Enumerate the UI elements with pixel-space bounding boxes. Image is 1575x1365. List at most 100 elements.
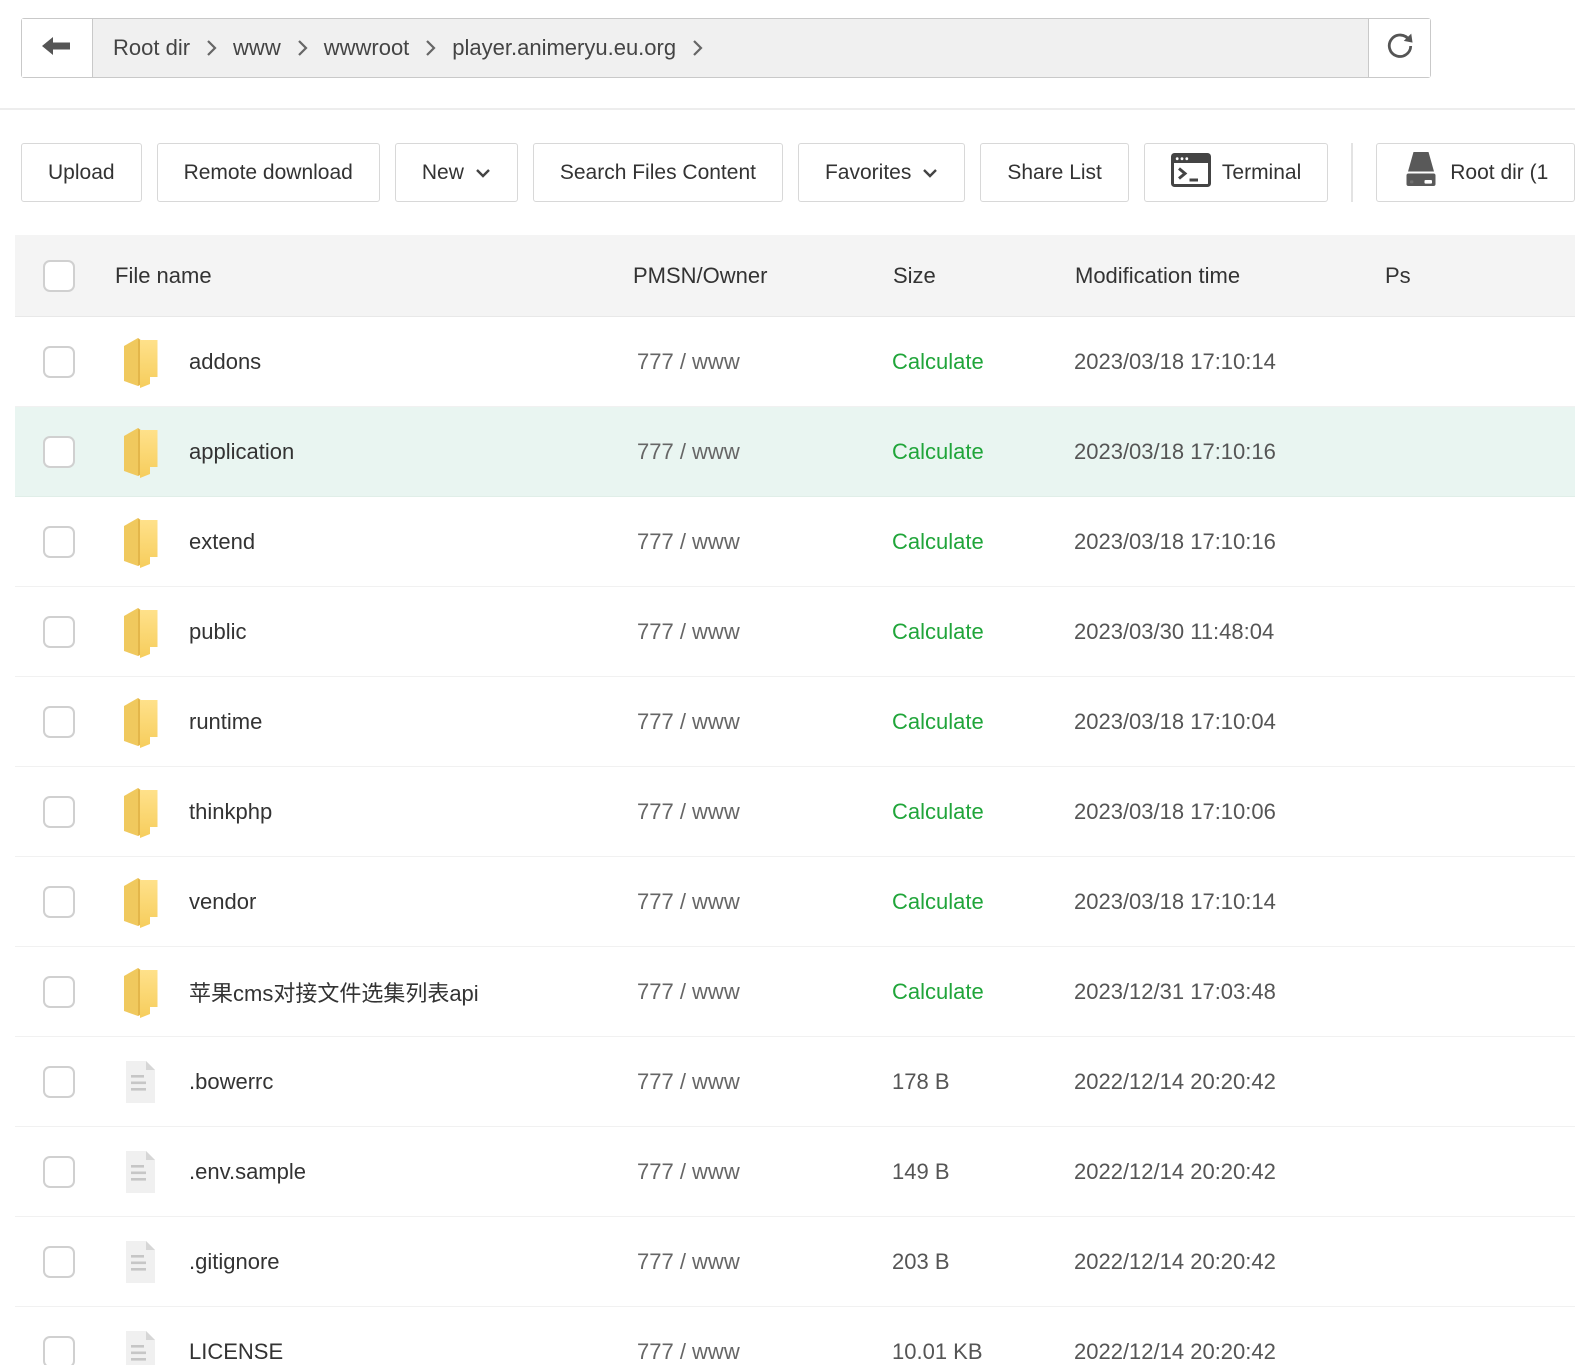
row-checkbox-cell xyxy=(15,1066,103,1098)
size-cell: Calculate xyxy=(877,889,1059,915)
file-name-link[interactable]: .env.sample xyxy=(189,1159,306,1185)
file-name-link[interactable]: runtime xyxy=(189,709,262,735)
modification-time-cell: 2023/03/18 17:10:14 xyxy=(1059,349,1366,375)
calculate-size-link[interactable]: Calculate xyxy=(892,619,984,644)
row-checkbox[interactable] xyxy=(43,616,75,648)
breadcrumb-item-root[interactable]: Root dir xyxy=(113,35,190,61)
file-name-link[interactable]: .gitignore xyxy=(189,1249,280,1275)
file-name-link[interactable]: vendor xyxy=(189,889,256,915)
refresh-button[interactable] xyxy=(1368,19,1430,77)
row-checkbox[interactable] xyxy=(43,706,75,738)
share-list-button[interactable]: Share List xyxy=(980,143,1129,202)
chevron-down-icon xyxy=(475,161,491,185)
modification-time-cell: 2022/12/14 20:20:42 xyxy=(1059,1069,1366,1095)
pmsn-owner-cell: 777 / www xyxy=(617,439,877,465)
row-checkbox[interactable] xyxy=(43,526,75,558)
header-checkbox-cell xyxy=(15,260,103,292)
row-checkbox-cell xyxy=(15,796,103,828)
table-row[interactable]: application 777 / www Calculate 2023/03/… xyxy=(15,407,1575,497)
row-checkbox-cell xyxy=(15,436,103,468)
row-checkbox[interactable] xyxy=(43,346,75,378)
pmsn-owner-cell: 777 / www xyxy=(617,979,877,1005)
row-checkbox[interactable] xyxy=(43,886,75,918)
column-header-file-name: File name xyxy=(103,263,617,289)
pmsn-owner-cell: 777 / www xyxy=(617,799,877,825)
modification-time-cell: 2023/03/18 17:10:16 xyxy=(1059,439,1366,465)
table-row[interactable]: 苹果cms对接文件选集列表api 777 / www Calculate 202… xyxy=(15,947,1575,1037)
table-row[interactable]: LICENSE 777 / www 10.01 KB 2022/12/14 20… xyxy=(15,1307,1575,1365)
table-row[interactable]: .gitignore 777 / www 203 B 2022/12/14 20… xyxy=(15,1217,1575,1307)
table-row[interactable]: public 777 / www Calculate 2023/03/30 11… xyxy=(15,587,1575,677)
favorites-button[interactable]: Favorites xyxy=(798,143,965,202)
file-name-link[interactable]: extend xyxy=(189,529,255,555)
folder-icon xyxy=(123,516,159,568)
file-size-text: 203 B xyxy=(892,1249,950,1274)
file-icon xyxy=(123,1330,159,1365)
section-divider xyxy=(0,108,1575,110)
file-name-link[interactable]: application xyxy=(189,439,294,465)
back-arrow-icon xyxy=(42,34,72,63)
calculate-size-link[interactable]: Calculate xyxy=(892,349,984,374)
file-icon xyxy=(123,1240,159,1284)
breadcrumb-item-www[interactable]: www xyxy=(233,35,281,61)
root-dir-button[interactable]: Root dir (1 xyxy=(1376,143,1575,202)
table-row[interactable]: thinkphp 777 / www Calculate 2023/03/18 … xyxy=(15,767,1575,857)
row-checkbox[interactable] xyxy=(43,1156,75,1188)
row-checkbox[interactable] xyxy=(43,796,75,828)
back-button[interactable] xyxy=(22,19,93,77)
calculate-size-link[interactable]: Calculate xyxy=(892,439,984,464)
select-all-checkbox[interactable] xyxy=(43,260,75,292)
chevron-right-icon xyxy=(692,39,703,57)
pmsn-owner-cell: 777 / www xyxy=(617,709,877,735)
search-files-content-button[interactable]: Search Files Content xyxy=(533,143,783,202)
file-name-cell: .gitignore xyxy=(103,1240,617,1284)
terminal-icon xyxy=(1171,153,1211,193)
file-size-text: 10.01 KB xyxy=(892,1339,983,1364)
remote-download-button[interactable]: Remote download xyxy=(157,143,380,202)
file-name-cell: public xyxy=(103,606,617,658)
pmsn-owner-cell: 777 / www xyxy=(617,1249,877,1275)
file-name-link[interactable]: 苹果cms对接文件选集列表api xyxy=(189,976,479,1008)
row-checkbox[interactable] xyxy=(43,976,75,1008)
breadcrumb: Root dir www wwwroot player.animeryu.eu.… xyxy=(93,19,1368,77)
file-name-link[interactable]: addons xyxy=(189,349,261,375)
calculate-size-link[interactable]: Calculate xyxy=(892,889,984,914)
size-cell: Calculate xyxy=(877,979,1059,1005)
column-header-ps: Ps xyxy=(1366,263,1575,289)
toolbar-separator xyxy=(1351,143,1353,202)
table-row[interactable]: addons 777 / www Calculate 2023/03/18 17… xyxy=(15,317,1575,407)
table-row[interactable]: vendor 777 / www Calculate 2023/03/18 17… xyxy=(15,857,1575,947)
upload-button[interactable]: Upload xyxy=(21,143,142,202)
folder-icon xyxy=(123,426,159,478)
table-row[interactable]: .env.sample 777 / www 149 B 2022/12/14 2… xyxy=(15,1127,1575,1217)
row-checkbox[interactable] xyxy=(43,1336,75,1365)
new-button[interactable]: New xyxy=(395,143,518,202)
terminal-button[interactable]: Terminal xyxy=(1144,143,1328,202)
calculate-size-link[interactable]: Calculate xyxy=(892,529,984,554)
breadcrumb-item-site[interactable]: player.animeryu.eu.org xyxy=(452,35,676,61)
breadcrumb-item-wwwroot[interactable]: wwwroot xyxy=(324,35,410,61)
row-checkbox[interactable] xyxy=(43,1066,75,1098)
row-checkbox-cell xyxy=(15,526,103,558)
column-header-modification-time: Modification time xyxy=(1059,263,1366,289)
file-name-link[interactable]: thinkphp xyxy=(189,799,272,825)
calculate-size-link[interactable]: Calculate xyxy=(892,979,984,1004)
row-checkbox-cell xyxy=(15,1246,103,1278)
file-name-link[interactable]: public xyxy=(189,619,246,645)
table-row[interactable]: .bowerrc 777 / www 178 B 2022/12/14 20:2… xyxy=(15,1037,1575,1127)
table-row[interactable]: extend 777 / www Calculate 2023/03/18 17… xyxy=(15,497,1575,587)
row-checkbox[interactable] xyxy=(43,1246,75,1278)
pmsn-owner-cell: 777 / www xyxy=(617,1069,877,1095)
row-checkbox[interactable] xyxy=(43,436,75,468)
table-row[interactable]: runtime 777 / www Calculate 2023/03/18 1… xyxy=(15,677,1575,767)
root-dir-button-label: Root dir (1 xyxy=(1450,161,1548,185)
upload-button-label: Upload xyxy=(48,161,115,185)
file-icon xyxy=(123,1150,159,1194)
calculate-size-link[interactable]: Calculate xyxy=(892,709,984,734)
row-checkbox-cell xyxy=(15,886,103,918)
file-name-link[interactable]: .bowerrc xyxy=(189,1069,273,1095)
remote-download-button-label: Remote download xyxy=(184,161,353,185)
file-name-link[interactable]: LICENSE xyxy=(189,1339,283,1365)
calculate-size-link[interactable]: Calculate xyxy=(892,799,984,824)
modification-time-cell: 2023/03/18 17:10:14 xyxy=(1059,889,1366,915)
